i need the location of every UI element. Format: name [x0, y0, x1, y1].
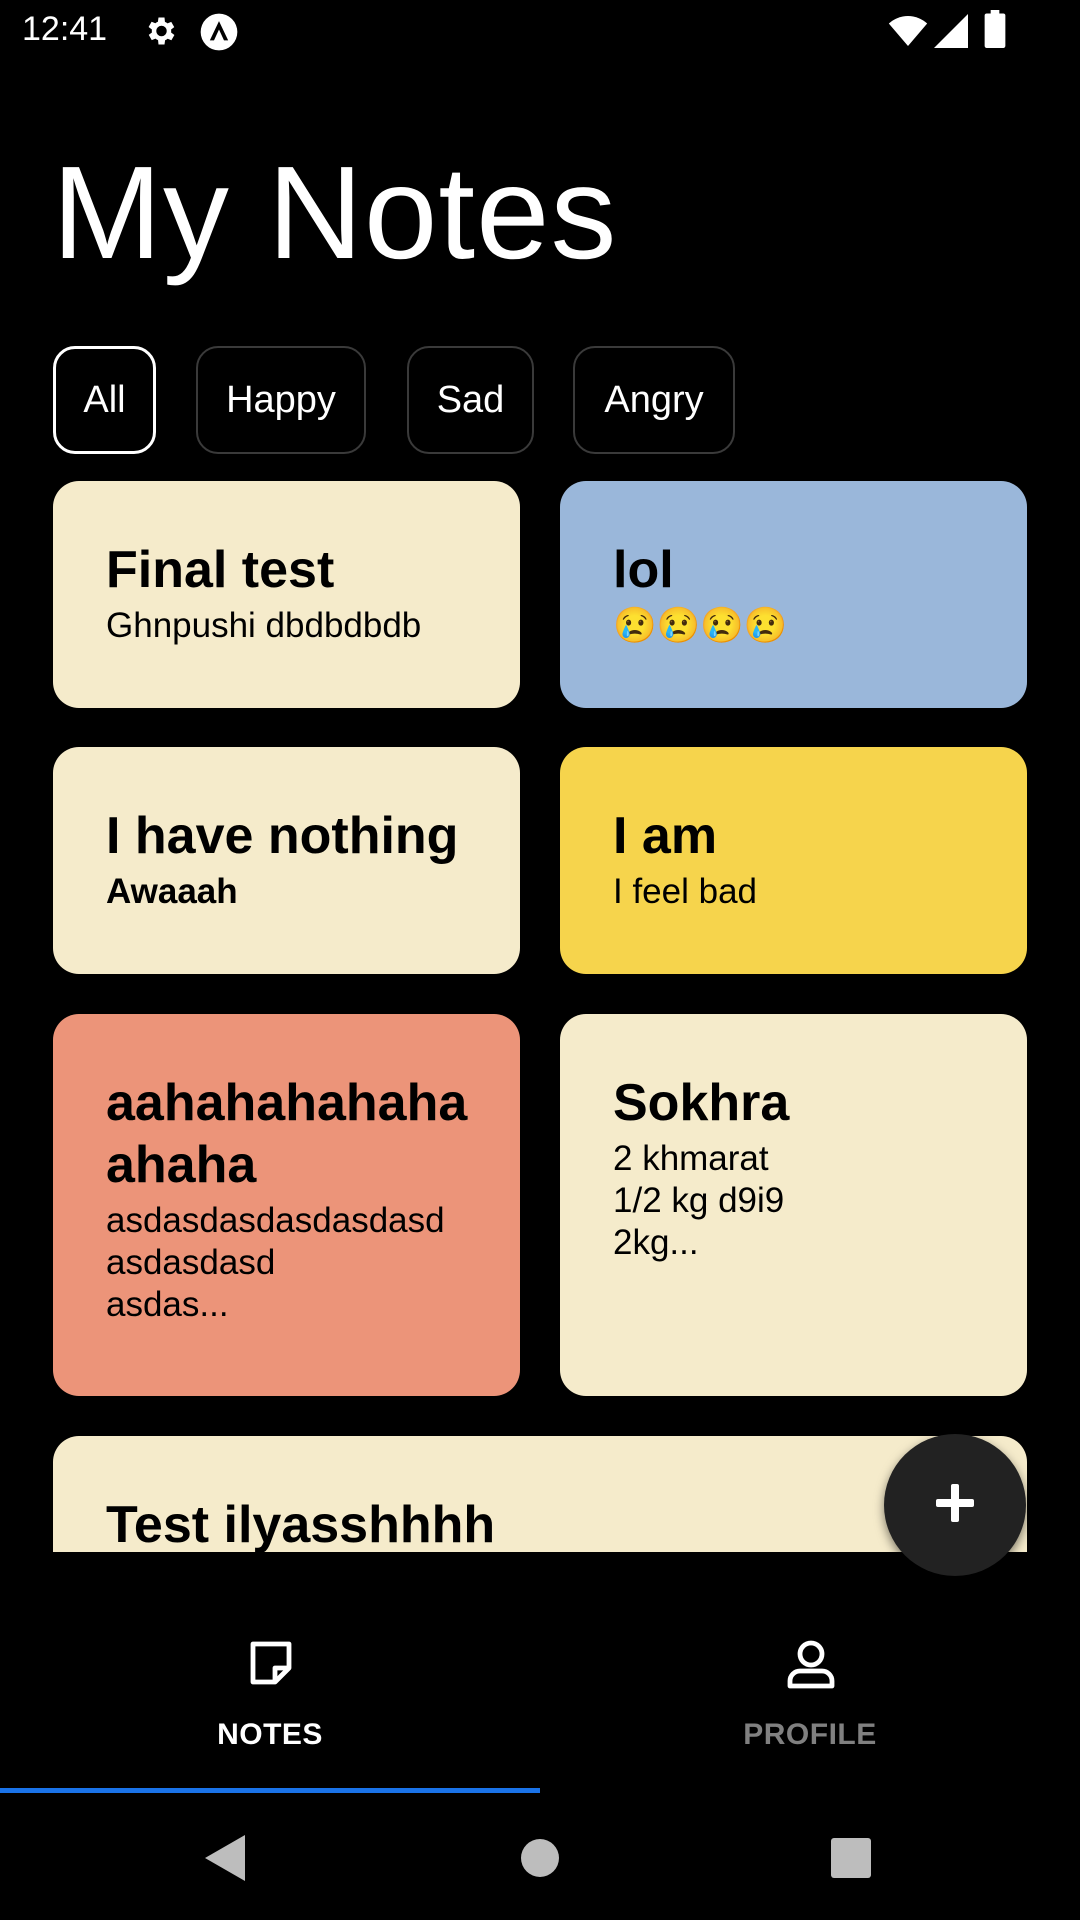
- filter-chip-label: Sad: [436, 378, 505, 421]
- signal-icon: [934, 14, 968, 53]
- filter-chip-sad[interactable]: Sad: [407, 346, 534, 454]
- filter-chip-label: Angry: [604, 378, 704, 421]
- notes-grid: Final test Ghnpushi dbdbdbdb lol 😢😢😢😢 I …: [0, 470, 1080, 1552]
- filter-chip-label: All: [83, 378, 126, 421]
- note-body: 2 khmarat 1/2 kg d9i9 2kg...: [613, 1139, 785, 1262]
- tab-profile[interactable]: PROFILE: [540, 1600, 1080, 1796]
- plus-icon: [934, 1482, 976, 1529]
- tab-notes-label: NOTES: [217, 1718, 323, 1751]
- tab-profile-label: PROFILE: [743, 1718, 877, 1751]
- recents-icon[interactable]: [830, 1837, 872, 1884]
- page-title: My Notes: [52, 139, 618, 286]
- wifi-icon: [888, 14, 928, 53]
- battery-icon: [984, 10, 1006, 53]
- note-title: aahahahahaha ahaha: [106, 1074, 468, 1194]
- add-note-button[interactable]: [884, 1434, 1026, 1576]
- note-body: Awaaah: [106, 872, 238, 911]
- filter-chip-all[interactable]: All: [53, 346, 156, 454]
- status-time: 12:41: [22, 10, 108, 48]
- gear-icon: [142, 13, 178, 54]
- note-title: Final test: [106, 541, 335, 599]
- note-body: I feel bad: [613, 872, 757, 911]
- home-icon[interactable]: [520, 1838, 560, 1883]
- note-card[interactable]: I have nothing Awaaah: [53, 747, 520, 974]
- note-body: asdasdasdasdasdasd asdasdasd asdas...: [106, 1201, 445, 1324]
- system-nav: [0, 1800, 1080, 1920]
- note-card[interactable]: lol 😢😢😢😢: [560, 481, 1027, 708]
- status-bar: 12:41: [0, 0, 1080, 62]
- note-card[interactable]: Sokhra 2 khmarat 1/2 kg d9i9 2kg...: [560, 1014, 1027, 1396]
- active-tab-indicator: [0, 1788, 540, 1793]
- back-icon[interactable]: [203, 1833, 247, 1888]
- note-body: Ghnpushi dbdbdbdb: [106, 606, 422, 645]
- note-body: 😢😢😢😢: [613, 606, 788, 645]
- note-title: I have nothing: [106, 807, 459, 865]
- person-icon: [785, 1638, 837, 1690]
- filter-chip-angry[interactable]: Angry: [573, 346, 735, 454]
- note-icon: [245, 1638, 297, 1690]
- note-title: lol: [613, 541, 674, 599]
- screen: 12:41 My Notes All Happy Sad Angry Final…: [0, 0, 1080, 1920]
- note-card[interactable]: I am I feel bad: [560, 747, 1027, 974]
- bottom-nav: NOTES PROFILE: [0, 1600, 1080, 1796]
- note-title: I am: [613, 807, 718, 865]
- note-card[interactable]: aahahahahaha ahaha asdasdasdasdasdasd as…: [53, 1014, 520, 1396]
- note-card[interactable]: Final test Ghnpushi dbdbdbdb: [53, 481, 520, 708]
- note-title: Sokhra: [613, 1074, 790, 1132]
- note-title: Test ilyasshhhh: [106, 1496, 496, 1552]
- tab-notes[interactable]: NOTES: [0, 1600, 540, 1796]
- filter-chip-happy[interactable]: Happy: [196, 346, 366, 454]
- app-logo-icon: [199, 12, 239, 57]
- filter-chip-label: Happy: [226, 378, 336, 421]
- note-card[interactable]: Test ilyasshhhh: [53, 1436, 1027, 1552]
